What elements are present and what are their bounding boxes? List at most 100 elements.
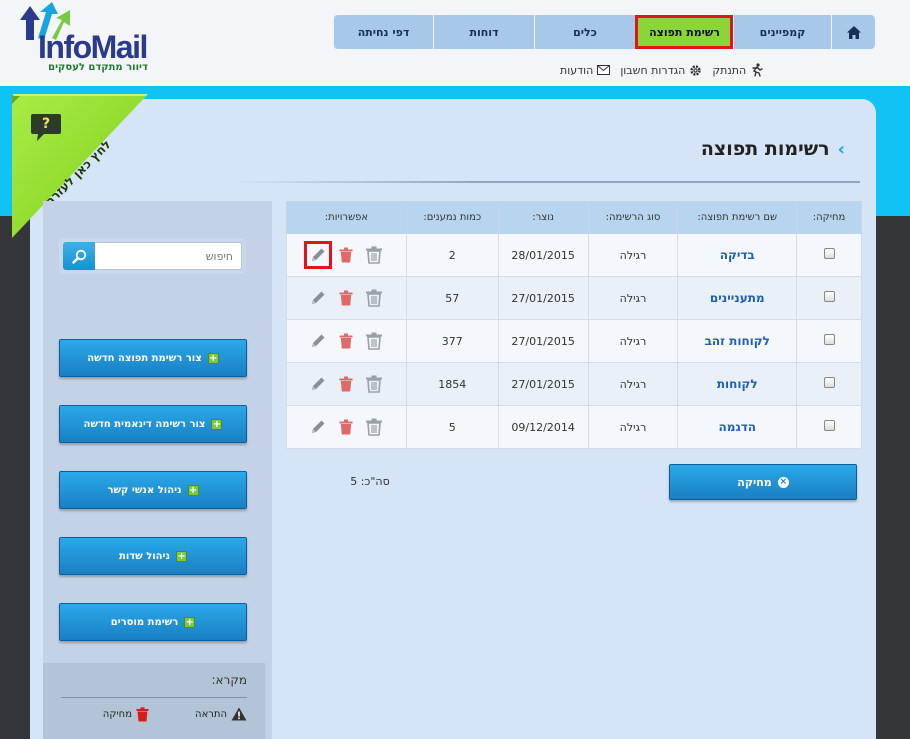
row-count: 5 [405,405,499,449]
trash-outline-icon [366,246,383,264]
trash-button[interactable] [363,287,385,309]
col-header-delete: מחיקה: [796,201,862,234]
row-checkbox-cell [796,233,862,277]
delete-row-button[interactable] [335,244,357,266]
delete-selected-button[interactable]: × מחיקה [669,464,857,500]
nav-tab-tools[interactable]: כלים [534,15,635,49]
edit-button[interactable] [304,241,333,269]
account-settings-link-label: הגדרות חשבון [620,63,686,77]
sidebar [43,201,272,739]
manage-contacts-button[interactable]: + ניהול אנשי קשר [59,471,247,509]
legend-delete-label: מחיקה [102,709,132,720]
total-count: סה"כ: 5 [350,475,390,488]
trash-outline-icon [366,289,383,307]
trash-outline-icon [366,332,383,350]
row-name-cell: הדגמה [677,405,798,449]
account-settings-link[interactable]: הגדרות חשבון [620,64,702,77]
messages-link-label: הודעות [560,63,594,77]
row-checkbox[interactable] [823,291,835,302]
row-created: 27/01/2015 [497,276,589,320]
row-type: רגילה [587,276,679,320]
nav-tab-home[interactable] [831,15,875,49]
chevron-left-icon: › [837,138,845,160]
logo-brand: InfoMail [38,29,149,65]
nav-tab-reports[interactable]: דוחות [433,15,534,49]
logo[interactable]: InfoMail דיוור מתקדם לעסקים [18,2,158,78]
legend-title: מקרא: [211,673,247,687]
table-row: לקוחות זהב רגילה 27/01/2015 377 [286,319,862,363]
row-count: 57 [405,276,499,320]
trash-outline-icon [366,418,383,436]
search-icon [71,249,86,264]
close-circle-icon: × [777,476,789,488]
page-title-wrap: › רשימות תפוצה [400,134,845,164]
row-options [286,319,407,363]
create-dynamic-list-button[interactable]: + צור רשימה דינאמית חדשה [59,405,247,443]
row-count: 1854 [405,362,499,406]
list-name-link[interactable]: לקוחות זהב [705,334,770,348]
trash-button[interactable] [363,373,385,395]
edit-button[interactable] [307,416,329,438]
logo-brand-part1: Info [38,29,92,65]
row-type: רגילה [587,233,679,277]
legend: מקרא: התראה מחיקה [43,663,265,739]
create-mailing-list-button[interactable]: + צור רשימת תפוצה חדשה [59,339,247,377]
nav-tab-campaigns[interactable]: קמפיינים [733,15,831,49]
row-checkbox[interactable] [823,248,835,259]
row-checkbox[interactable] [823,334,835,345]
help-badge-text: ? [41,116,51,132]
search-box [59,238,246,274]
delete-row-button[interactable] [335,416,357,438]
manage-contacts-label: ניהול אנשי קשר [107,484,182,496]
row-created: 09/12/2014 [497,405,589,449]
unsubscribed-list-button[interactable]: + רשימת מוסרים [59,603,247,641]
trash-button[interactable] [363,244,385,266]
row-checkbox-cell [796,276,862,320]
delete-row-button[interactable] [335,287,357,309]
list-name-link[interactable]: מתעניינים [710,291,765,305]
mailing-lists-table: מחיקה: שם רשימת תפוצה: סוג הרשימה: נוצר:… [286,201,862,449]
trash-button[interactable] [363,330,385,352]
pencil-icon [312,377,325,390]
manage-fields-button[interactable]: + ניהול שדות [59,537,247,575]
table-row: הדגמה רגילה 09/12/2014 5 [286,405,862,449]
edit-button[interactable] [307,373,329,395]
create-dynamic-list-label: צור רשימה דינאמית חדשה [83,418,206,430]
edit-button[interactable] [307,330,329,352]
col-header-name: שם רשימת תפוצה: [677,201,798,234]
trash-button[interactable] [363,416,385,438]
trash-red-icon [339,290,353,306]
row-options [286,233,407,277]
pencil-icon [312,248,325,261]
logout-link[interactable]: התנתק [712,63,763,77]
warning-icon [231,707,247,721]
list-name-link[interactable]: לקוחות [717,377,758,391]
logo-brand-part2: Mail [90,29,149,65]
trash-red-icon [339,376,353,392]
legend-warning: התראה [195,707,247,721]
plus-icon: + [176,550,188,562]
pencil-icon [312,420,325,433]
table-header-row: מחיקה: שם רשימת תפוצה: סוג הרשימה: נוצר:… [286,201,862,234]
list-name-link[interactable]: הדגמה [718,420,756,434]
manage-fields-label: ניהול שדות [118,550,171,562]
edit-button[interactable] [307,287,329,309]
pencil-icon [312,334,325,347]
list-name-link[interactable]: בדיקה [720,248,755,262]
plus-icon: + [184,616,196,628]
delete-row-button[interactable] [335,373,357,395]
row-checkbox[interactable] [823,377,835,388]
row-checkbox[interactable] [823,420,835,431]
col-header-options: אפשרויות: [286,201,407,234]
row-created: 28/01/2015 [497,233,589,277]
messages-link[interactable]: הודעות [560,63,611,77]
running-man-icon [752,63,763,77]
delete-row-button[interactable] [335,330,357,352]
sub-nav: הודעות הגדרות חשבון התנתק [560,61,876,79]
trash-red-icon [339,333,353,349]
search-input[interactable] [95,242,242,270]
search-button[interactable] [63,242,95,270]
nav-tab-landing-pages[interactable]: דפי נחיתה [333,15,433,49]
help-badge: ? [30,112,62,141]
nav-tab-mailing-lists[interactable]: רשימת תפוצה [635,15,733,49]
